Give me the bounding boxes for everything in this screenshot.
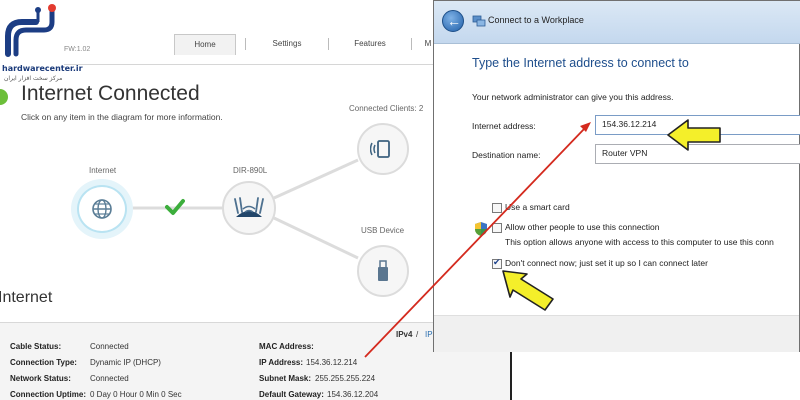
dialog-title-bar: ← Connect to a Workplace <box>434 1 800 44</box>
subnet-mask-value: 255.255.255.224 <box>315 374 376 383</box>
router-node[interactable] <box>222 181 276 235</box>
dialog-window-title: Connect to a Workplace <box>488 15 584 25</box>
ip-address-label: IP Address: <box>259 358 304 367</box>
ip-address-value: 154.36.12.214 <box>306 358 358 367</box>
allow-others-label: Allow other people to use this connectio… <box>505 222 660 232</box>
router-node-label: DIR-890L <box>233 166 268 175</box>
destination-name-label: Destination name: <box>472 150 541 160</box>
connection-type-label: Connection Type: <box>10 358 77 367</box>
clients-node[interactable] <box>357 123 409 175</box>
destination-name-field[interactable]: Router VPN <box>595 144 800 164</box>
allow-others-checkbox[interactable] <box>492 223 502 233</box>
connection-type-value: Dynamic IP (DHCP) <box>90 358 161 367</box>
internet-address-field[interactable]: 154.36.12.214 <box>595 115 800 135</box>
internet-section-title: Internet <box>0 289 53 306</box>
network-icon <box>472 15 486 27</box>
default-gateway-label: Default Gateway: <box>259 390 324 399</box>
dont-connect-label: Don't connect now; just set it up so I c… <box>505 258 708 268</box>
network-status-value: Connected <box>90 374 129 383</box>
smart-card-checkbox[interactable] <box>492 203 502 213</box>
network-status-label: Network Status: <box>10 374 71 383</box>
cable-status-label: Cable Status: <box>10 342 62 351</box>
usb-node-label: USB Device <box>361 226 405 235</box>
ipv6-tab[interactable]: IP <box>425 330 433 339</box>
internet-node[interactable] <box>77 185 127 233</box>
uac-shield-icon <box>475 222 487 236</box>
divider-line <box>510 352 512 400</box>
connected-check-icon <box>165 199 185 215</box>
connection-uptime-label: Connection Uptime: <box>10 390 86 399</box>
dialog-heading: Type the Internet address to connect to <box>472 56 689 70</box>
dialog-footer <box>434 315 799 352</box>
internet-node-label: Internet <box>89 166 117 175</box>
ipv-separator: / <box>416 330 419 339</box>
globe-icon <box>92 199 112 219</box>
ipv4-tab[interactable]: IPv4 <box>396 330 412 339</box>
vpn-setup-dialog: ← Connect to a Workplace Type the Intern… <box>433 0 800 352</box>
usb-drive-icon <box>378 260 388 281</box>
back-button[interactable]: ← <box>442 10 464 32</box>
clients-node-label: Connected Clients: 2 <box>349 104 424 113</box>
connection-uptime-value: 0 Day 0 Hour 0 Min 0 Sec <box>90 390 182 399</box>
mac-address-label: MAC Address: <box>259 342 314 351</box>
smart-card-label: Use a smart card <box>505 202 570 212</box>
default-gateway-value: 154.36.12.204 <box>327 390 379 399</box>
allow-others-description: This option allows anyone with access to… <box>505 237 774 247</box>
tablet-icon <box>370 140 390 158</box>
dont-connect-checkbox[interactable] <box>492 257 502 269</box>
dialog-intro: Your network administrator can give you … <box>472 92 674 102</box>
internet-address-label: Internet address: <box>472 121 536 131</box>
cable-status-value: Connected <box>90 342 129 351</box>
subnet-mask-label: Subnet Mask: <box>259 374 312 383</box>
usb-node[interactable] <box>357 245 409 297</box>
back-arrow-icon: ← <box>447 13 461 29</box>
router-icon <box>234 197 264 217</box>
